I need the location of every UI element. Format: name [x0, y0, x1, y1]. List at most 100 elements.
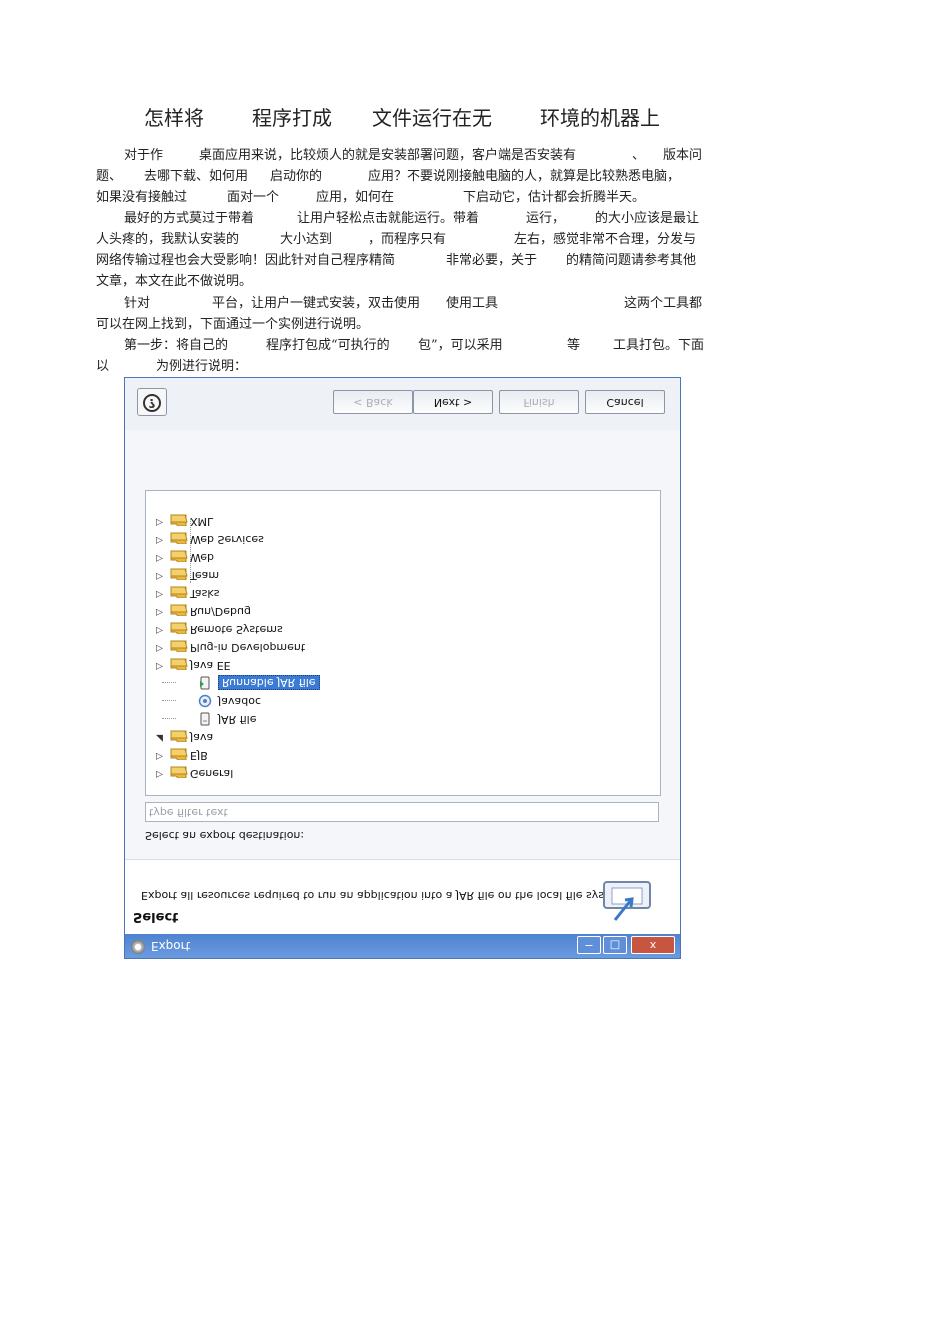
- maximize-button[interactable]: □: [603, 936, 627, 954]
- dialog-titlebar: Export − □ x: [125, 934, 680, 958]
- tree-connector: [162, 682, 176, 683]
- cancel-button[interactable]: Cancel: [585, 390, 665, 414]
- text-fragment: 最好的方式莫过于带着: [124, 211, 255, 226]
- text-fragment: 为例进行说明：: [156, 359, 248, 374]
- text-line: 第一步：将自己的 程序打包成“可执行的 包”，可以采用 等 工具打包。下面: [96, 334, 712, 354]
- article-title: 怎样将 程序打成 文件运行在无 环境的机器上: [142, 102, 702, 132]
- collapsed-triangle-icon[interactable]: ▷: [156, 625, 166, 635]
- folder-icon: [170, 583, 188, 599]
- folder-icon: [170, 565, 188, 581]
- title-part: 环境的机器上: [540, 106, 660, 130]
- text-fragment: 启动你的: [270, 169, 323, 184]
- tree-item-label: EJB: [190, 749, 208, 762]
- minimize-button[interactable]: −: [577, 936, 601, 954]
- export-wizard-icon: [603, 881, 651, 921]
- tree-item-label: Java: [190, 731, 214, 744]
- text-fragment: 左右，感觉非常不合理，分发与: [514, 232, 697, 247]
- tree-item-label: Web: [190, 551, 214, 564]
- text-line: 如果没有接触过 面对一个 应用，如何在 下启动它，估计都会折腾半天。: [96, 186, 712, 206]
- collapsed-triangle-icon[interactable]: ▷: [156, 535, 166, 545]
- wizard-banner: Select Export all resources required to …: [125, 859, 680, 934]
- tree-item-label: Runnable JAR file: [218, 675, 320, 690]
- folder-icon: [170, 655, 188, 671]
- text-fragment: 非常必要，关于: [446, 253, 538, 268]
- collapsed-triangle-icon[interactable]: ▷: [156, 571, 166, 581]
- text-fragment: 这两个工具都: [624, 296, 703, 311]
- text-fragment: 网络传输过程也会大受影响！因此针对自己程序精简: [96, 253, 396, 268]
- text-fragment: 人头疼的，我默认安装的: [96, 232, 240, 247]
- title-part: 怎样将: [144, 106, 204, 130]
- text-line: 以 为例进行说明：: [96, 355, 712, 375]
- collapsed-triangle-icon[interactable]: ▷: [156, 643, 166, 653]
- tree-connector: [162, 718, 176, 719]
- text-line: 文章，本文在此不做说明。: [96, 270, 712, 290]
- text-line: 对于作 桌面应用来说，比较烦人的就是安装部署问题，客户端是否安装有 、 版本问: [96, 144, 712, 164]
- text-fragment: 第一步：将自己的: [124, 338, 229, 353]
- text-fragment: 包”，可以采用: [418, 338, 503, 353]
- collapsed-triangle-icon[interactable]: ▷: [156, 751, 166, 761]
- jar-file-icon: [198, 712, 210, 726]
- collapsed-triangle-icon[interactable]: ▷: [156, 607, 166, 617]
- text-fragment: 运行，: [526, 211, 566, 226]
- tree-item-label: Plug-in Development: [190, 641, 306, 654]
- text-fragment: 等: [567, 338, 581, 353]
- folder-icon: [170, 511, 188, 527]
- text-fragment: 、: [632, 148, 646, 163]
- folder-icon: [170, 619, 188, 635]
- expanded-triangle-icon[interactable]: ◢: [156, 733, 166, 743]
- back-button[interactable]: < Back: [333, 390, 413, 414]
- text-fragment: 去哪下载、如何用: [144, 169, 249, 184]
- tree-item-label: Java EE: [190, 659, 231, 672]
- collapsed-triangle-icon[interactable]: ▷: [156, 589, 166, 599]
- text-fragment: 文章，本文在此不做说明。: [96, 274, 253, 289]
- text-fragment: 可以在网上找到，下面通过一个实例进行说明。: [96, 317, 370, 332]
- collapsed-triangle-icon[interactable]: ▷: [156, 517, 166, 527]
- javadoc-icon: [198, 694, 212, 708]
- tree-item-label: Javadoc: [218, 695, 261, 708]
- text-line: 人头疼的，我默认安装的 大小达到 ，而程序只有 左右，感觉非常不合理，分发与: [96, 228, 712, 248]
- text-line: 网络传输过程也会大受影响！因此针对自己程序精简 非常必要，关于 的精简问题请参考…: [96, 249, 712, 269]
- collapsed-triangle-icon[interactable]: ▷: [156, 553, 166, 563]
- folder-icon: [170, 763, 188, 779]
- text-fragment: 大小达到: [280, 232, 333, 247]
- collapsed-triangle-icon[interactable]: ▷: [156, 769, 166, 779]
- next-button[interactable]: Next >: [413, 390, 493, 414]
- folder-icon: [170, 637, 188, 653]
- text-fragment: 如果没有接触过: [96, 190, 188, 205]
- filter-input[interactable]: type filter text: [145, 802, 659, 822]
- destination-label: Select an export destination:: [145, 829, 305, 842]
- tree-item-label: Run/Debug: [190, 605, 251, 618]
- wizard-button-bar: ? Cancel Finish Next > < Back: [125, 378, 680, 430]
- tree-item-label: Team: [190, 569, 220, 582]
- tree-item-label: Web Services: [190, 533, 264, 546]
- eclipse-gear-icon: [131, 940, 145, 954]
- tree-item-label: Tasks: [190, 587, 220, 600]
- export-dialog-screenshot: Export − □ x Select Export all resources…: [124, 377, 681, 959]
- finish-button[interactable]: Finish: [499, 390, 579, 414]
- close-button[interactable]: x: [631, 936, 675, 954]
- help-button[interactable]: ?: [137, 388, 167, 416]
- tree-item-label: XML: [190, 515, 214, 528]
- folder-icon: [170, 529, 188, 545]
- folder-icon: [170, 727, 188, 743]
- text-fragment: 工具打包。下面: [613, 338, 705, 353]
- text-fragment: 对于作: [124, 148, 164, 163]
- text-fragment: 版本问: [663, 148, 703, 163]
- collapsed-triangle-icon[interactable]: ▷: [156, 661, 166, 671]
- folder-icon: [170, 547, 188, 563]
- text-fragment: 应用？不要说刚接触电脑的人，就算是比较熟悉电脑，: [368, 169, 681, 184]
- text-fragment: 应用，如何在: [316, 190, 395, 205]
- text-fragment: 题、: [96, 169, 123, 184]
- text-fragment: 针对: [124, 296, 151, 311]
- text-fragment: 的大小应该是最让: [595, 211, 700, 226]
- dialog-title: Export: [151, 939, 191, 953]
- title-part: 程序打成: [252, 106, 332, 130]
- text-fragment: 程序打包成“可执行的: [266, 338, 390, 353]
- text-fragment: 使用工具: [446, 296, 499, 311]
- tree-connector: [162, 700, 176, 701]
- banner-heading: Select: [133, 909, 179, 924]
- text-line: 题、 去哪下载、如何用 启动你的 应用？不要说刚接触电脑的人，就算是比较熟悉电脑…: [96, 165, 712, 185]
- export-destination-tree[interactable]: ▷ General ▷ EJB ◢ Java JAR file Javadoc Runnable…: [145, 490, 661, 796]
- export-dialog: Export − □ x Select Export all resources…: [125, 378, 680, 958]
- help-icon: ?: [143, 394, 161, 412]
